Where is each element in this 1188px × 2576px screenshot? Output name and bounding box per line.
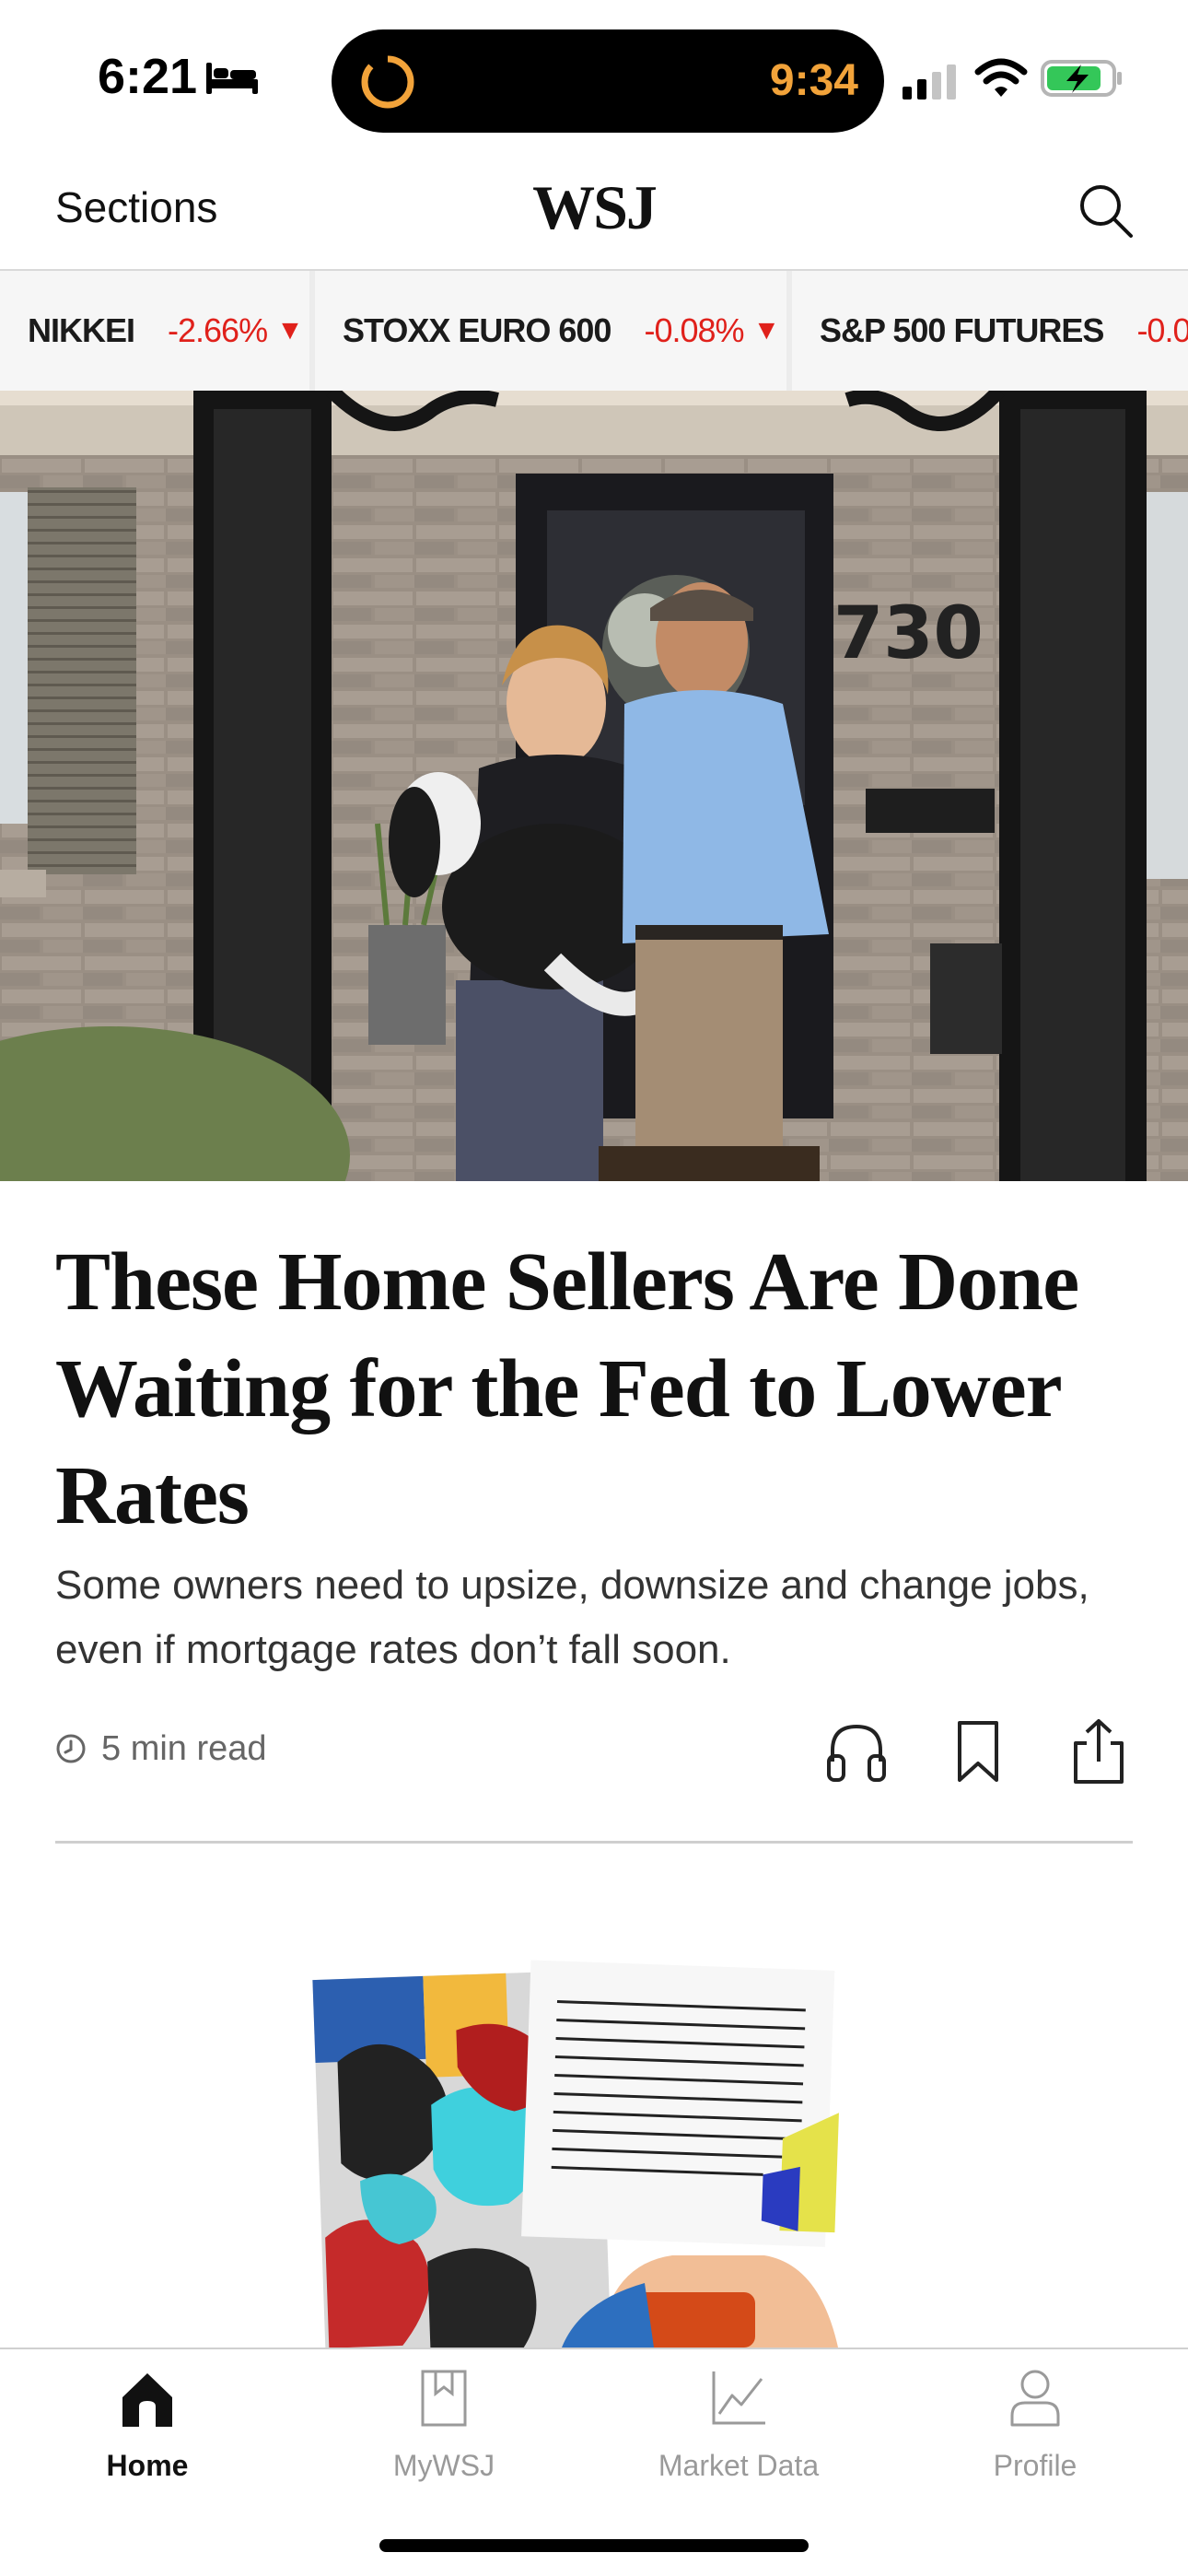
profile-icon (1010, 2370, 1060, 2427)
clock-icon (56, 1734, 86, 1763)
wsj-logo: WSJ (532, 172, 658, 242)
tab-mywsj[interactable]: MyWSJ (297, 2366, 591, 2483)
read-time: 5 min read (101, 1728, 267, 1768)
tab-market-data[interactable]: Market Data (591, 2366, 886, 2483)
signal-icon (903, 64, 956, 100)
down-arrow-icon: ▼ (752, 315, 781, 345)
battery-icon (1041, 60, 1122, 97)
market-ticker[interactable]: NIKKEI -2.66% ▼ STOXX EURO 600 -0.08% ▼ … (0, 271, 1188, 391)
house-number: 730 (833, 592, 984, 675)
tab-label: Market Data (658, 2449, 820, 2482)
chart-icon (712, 2371, 765, 2425)
article-divider (55, 1841, 1133, 1844)
tab-label: MyWSJ (392, 2449, 495, 2482)
top-nav: Sections WSJ (0, 157, 1188, 271)
ticker-item[interactable]: S&P 500 FUTURES -0.00 (792, 271, 1188, 391)
ticker-name: S&P 500 FUTURES (820, 311, 1104, 349)
headphones-icon[interactable] (825, 1721, 888, 1782)
ticker-item[interactable]: NIKKEI -2.66% ▼ (0, 271, 309, 391)
ticker-name: NIKKEI (28, 311, 135, 349)
down-arrow-icon: ▼ (276, 315, 304, 345)
ticker-name: STOXX EURO 600 (343, 311, 611, 349)
bed-icon (206, 63, 258, 94)
island-timer-text: 9:34 (769, 56, 858, 105)
home-icon (122, 2373, 172, 2427)
ticker-change: -0.08% (644, 311, 744, 349)
search-icon[interactable] (1076, 181, 1136, 241)
home-indicator[interactable] (379, 2539, 809, 2552)
wifi-icon (974, 58, 1028, 97)
tab-profile[interactable]: Profile (888, 2366, 1182, 2483)
ticker-change: -2.66% (168, 311, 268, 349)
share-icon[interactable] (1070, 1717, 1127, 1786)
status-time: 6:21 (98, 49, 198, 104)
bookmark-icon[interactable] (954, 1719, 1002, 1784)
mywsj-icon (421, 2370, 467, 2427)
tab-home[interactable]: Home (0, 2366, 295, 2483)
article-hero-image[interactable]: 730 (0, 391, 1188, 1181)
status-bar: 6:21 9:34 (0, 0, 1188, 157)
article-headline[interactable]: These Home Sellers Are Done Waiting for … (55, 1229, 1133, 1550)
illustration-graphic (312, 1960, 839, 2348)
ticker-item[interactable]: STOXX EURO 600 -0.08% ▼ (315, 271, 786, 391)
ticker-change: -0.00 (1136, 311, 1188, 349)
timer-icon (361, 54, 414, 109)
hero-photo: 730 (0, 391, 1188, 1181)
dynamic-island: 9:34 (332, 29, 884, 133)
article-illustration[interactable] (285, 1951, 930, 2348)
tab-label: Home (106, 2449, 189, 2482)
tab-label: Profile (993, 2449, 1077, 2482)
article-meta: 5 min read (55, 1721, 267, 1776)
article-summary: Some owners need to upsize, downsize and… (55, 1563, 1089, 1672)
